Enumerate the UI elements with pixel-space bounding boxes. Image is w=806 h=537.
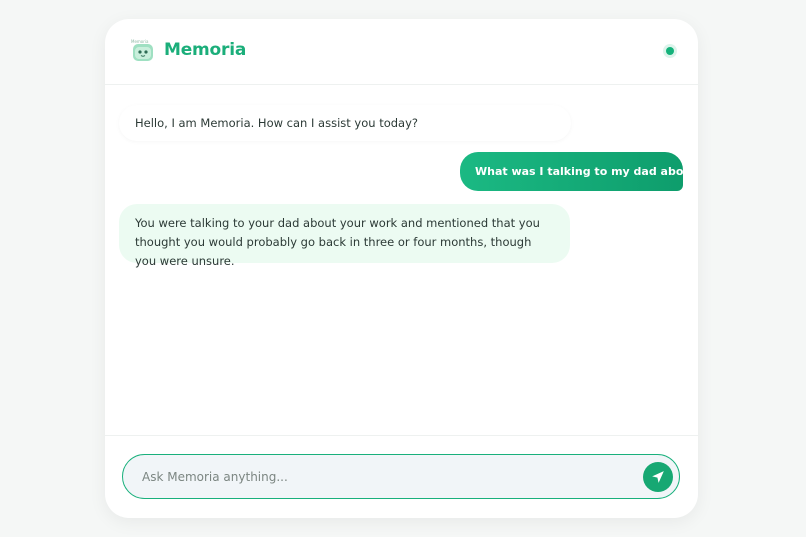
message-input-container	[122, 454, 680, 499]
user-message: What was I talking to my dad about ?	[460, 152, 698, 191]
assistant-message: You were talking to your dad about your …	[119, 204, 570, 268]
chat-header: Memoria Memoria	[105, 19, 698, 85]
composer	[105, 435, 698, 518]
assistant-message: Hello, I am Memoria. How can I assist yo…	[119, 105, 571, 141]
online-status-indicator	[666, 47, 674, 55]
send-icon	[652, 471, 664, 483]
memoria-logo-icon	[133, 44, 153, 61]
app-title: Memoria	[164, 40, 247, 60]
message-input[interactable]	[142, 455, 632, 498]
chat-window: Memoria Memoria Hello, I am Memoria. How…	[105, 19, 698, 518]
send-button[interactable]	[643, 462, 673, 492]
